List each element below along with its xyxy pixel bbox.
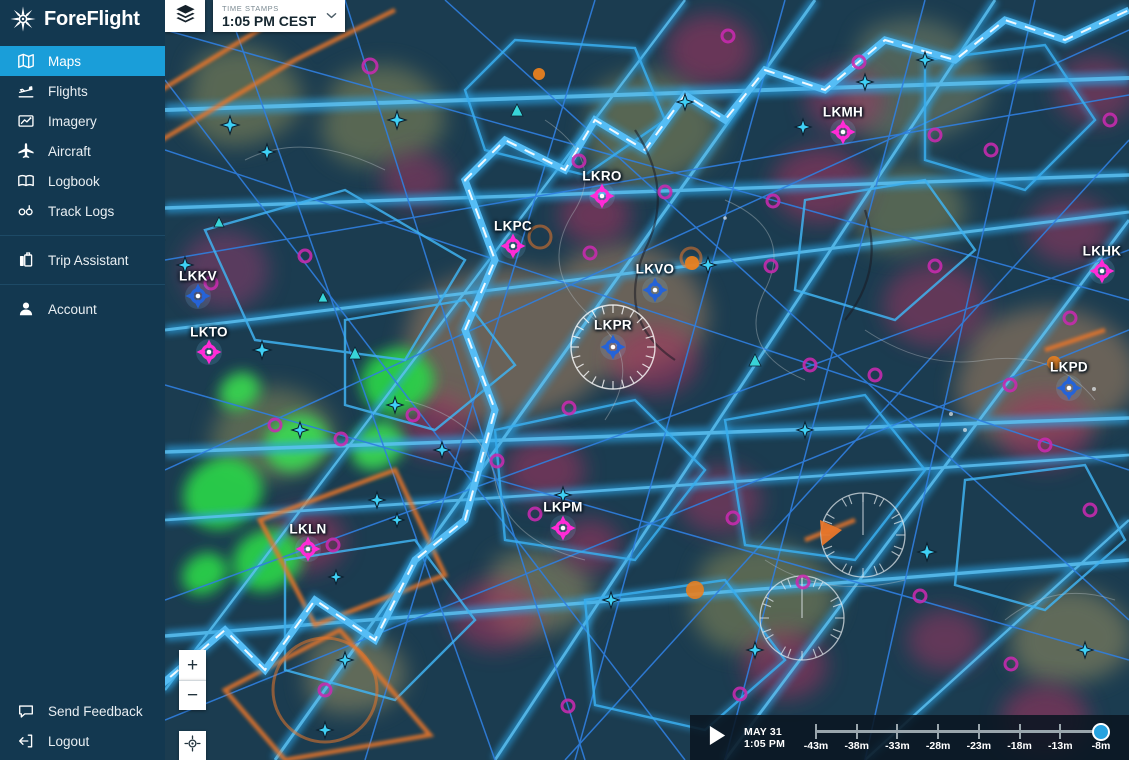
play-triangle-icon bbox=[707, 724, 728, 752]
airport-marker-lkpd[interactable] bbox=[1054, 373, 1084, 403]
sidebar-item-label: Logbook bbox=[48, 173, 100, 189]
sidebar-divider-1 bbox=[0, 235, 165, 236]
sidebar-bottom-group: Send Feedback Logout bbox=[0, 696, 165, 756]
airport-marker-lkln[interactable] bbox=[293, 534, 323, 564]
sidebar-item-label: Trip Assistant bbox=[48, 252, 129, 268]
slider-tick bbox=[1018, 724, 1021, 739]
airport-marker-lkpm[interactable] bbox=[548, 513, 578, 543]
sidebar-item-label: Logout bbox=[48, 733, 90, 749]
slider-tick-label: -33m bbox=[885, 740, 910, 752]
slider-tick bbox=[1059, 724, 1062, 739]
sidebar-item-send-feedback[interactable]: Send Feedback bbox=[0, 696, 165, 726]
map-viewport[interactable]: LKKV LKTO LKPC LKRO LKVO LKPR LKMH LKHK LKPD LKLN… bbox=[165, 0, 1129, 760]
timeline-datetime: MAY 31 1:05 PM bbox=[744, 726, 806, 750]
locate-button[interactable] bbox=[179, 731, 206, 760]
map-icon bbox=[16, 52, 35, 71]
airport-marker-lkpr[interactable] bbox=[598, 332, 628, 362]
sidebar-item-flights[interactable]: Flights bbox=[0, 76, 165, 106]
zoom-in-button[interactable]: + bbox=[179, 650, 206, 680]
crosshair-locate-icon bbox=[184, 734, 201, 757]
timestamps-dropdown[interactable]: TIME STAMPS 1:05 PM CEST bbox=[213, 0, 346, 32]
timestamps-value: 1:05 PM CEST bbox=[222, 12, 317, 29]
track-log-icon bbox=[16, 202, 35, 221]
slider-tick bbox=[977, 724, 980, 739]
airport-marker-lkhk[interactable] bbox=[1087, 256, 1117, 286]
sidebar-primary-group: Maps Flights Imagery Aircraft Logbook Tr… bbox=[0, 46, 165, 226]
map-topbar: TIME STAMPS 1:05 PM CEST bbox=[165, 0, 346, 32]
slider-tick-label: -8m bbox=[1091, 740, 1111, 752]
slider-tick-label: -18m bbox=[1007, 740, 1032, 752]
layers-stack-icon bbox=[175, 3, 196, 29]
sidebar-item-logout[interactable]: Logout bbox=[0, 726, 165, 756]
sidebar-tertiary-group: Account bbox=[0, 294, 165, 324]
slider-tick-label: -13m bbox=[1048, 740, 1073, 752]
sidebar-item-imagery[interactable]: Imagery bbox=[0, 106, 165, 136]
airport-marker-lkkv[interactable] bbox=[183, 281, 213, 311]
sidebar-item-logbook[interactable]: Logbook bbox=[0, 166, 165, 196]
person-icon bbox=[16, 300, 35, 319]
timeline-date: MAY 31 bbox=[744, 725, 782, 738]
slider-track[interactable] bbox=[816, 730, 1101, 733]
sidebar-item-account[interactable]: Account bbox=[0, 294, 165, 324]
sidebar-item-label: Maps bbox=[48, 53, 82, 69]
slider-tick bbox=[896, 724, 899, 739]
zoom-out-button[interactable]: − bbox=[179, 680, 206, 710]
slider-tick bbox=[937, 724, 940, 739]
slider-tick-label: -43m bbox=[803, 740, 829, 752]
sidebar-divider-2 bbox=[0, 284, 165, 285]
compass-rose-logo-icon bbox=[10, 6, 36, 32]
slider-handle[interactable] bbox=[1092, 723, 1110, 741]
logout-arrow-icon bbox=[16, 732, 35, 751]
timeline-slider[interactable]: -43m -38m -33m -28m -23m -18m -13m -8m bbox=[804, 715, 1115, 760]
airport-marker-lkvo[interactable] bbox=[640, 275, 670, 305]
chevron-down-icon bbox=[326, 11, 337, 21]
speech-bubble-icon bbox=[16, 702, 35, 721]
slider-tick-label: -38m bbox=[844, 740, 869, 752]
sidebar-item-label: Account bbox=[48, 301, 97, 317]
timeline-time: 1:05 PM bbox=[744, 737, 786, 750]
foreflight-app: ForeFlight Maps Flights Imagery Aircraft… bbox=[0, 0, 1129, 760]
slider-tick-label: -23m bbox=[966, 740, 992, 752]
brand-header: ForeFlight bbox=[0, 0, 165, 38]
brand-name: ForeFlight bbox=[44, 7, 140, 30]
sidebar-item-label: Track Logs bbox=[48, 203, 115, 219]
airport-marker-lkro[interactable] bbox=[587, 181, 617, 211]
image-chart-icon bbox=[16, 112, 35, 131]
sidebar-item-track-logs[interactable]: Track Logs bbox=[0, 196, 165, 226]
airport-marker-lkto[interactable] bbox=[194, 337, 224, 367]
timeline-scrubber[interactable]: MAY 31 1:05 PM -43m -38m -33m -28m -23m -18m -… bbox=[690, 715, 1129, 760]
layers-button[interactable] bbox=[165, 0, 205, 32]
timestamps-label: TIME STAMPS bbox=[222, 3, 279, 13]
sidebar-item-label: Imagery bbox=[48, 113, 97, 129]
play-button[interactable] bbox=[690, 715, 744, 760]
sidebar-secondary-group: Trip Assistant bbox=[0, 245, 165, 275]
aeronautical-chart bbox=[165, 0, 1129, 760]
sidebar-item-label: Aircraft bbox=[48, 143, 91, 159]
airport-marker-lkmh[interactable] bbox=[828, 117, 858, 147]
sidebar-item-trip-assistant[interactable]: Trip Assistant bbox=[0, 245, 165, 275]
sidebar-item-label: Send Feedback bbox=[48, 703, 143, 719]
sidebar-item-aircraft[interactable]: Aircraft bbox=[0, 136, 165, 166]
book-icon bbox=[16, 172, 35, 191]
slider-tick bbox=[855, 724, 858, 739]
briefcase-icon bbox=[16, 251, 35, 270]
slider-tick bbox=[815, 724, 817, 739]
slider-tick-label: -28m bbox=[925, 740, 951, 752]
airplane-icon bbox=[16, 142, 35, 161]
airport-marker-lkpc[interactable] bbox=[498, 231, 528, 261]
sidebar-item-maps[interactable]: Maps bbox=[0, 46, 165, 76]
departure-icon bbox=[16, 82, 35, 101]
zoom-controls: + − bbox=[179, 650, 206, 710]
sidebar: ForeFlight Maps Flights Imagery Aircraft… bbox=[0, 0, 165, 760]
sidebar-item-label: Flights bbox=[48, 83, 88, 99]
